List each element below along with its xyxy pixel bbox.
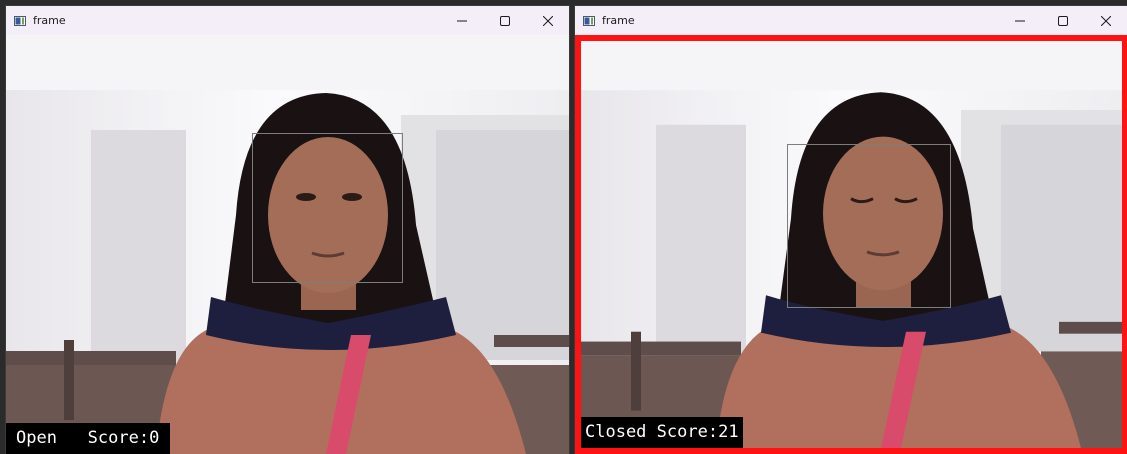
close-icon bbox=[1100, 15, 1111, 26]
minimize-button[interactable] bbox=[440, 6, 483, 35]
eye-status-label: Open Score:0 bbox=[6, 423, 171, 454]
title-bar[interactable]: frame bbox=[575, 6, 1127, 35]
minimize-icon bbox=[456, 20, 467, 21]
eye-status-label: Closed Score:21 bbox=[581, 417, 743, 448]
camera-feed-alert: Closed Score:21 bbox=[575, 35, 1127, 454]
frame-window-closed: frame Closed Score:21 bbox=[575, 6, 1127, 454]
title-bar[interactable]: frame bbox=[6, 6, 569, 35]
app-window-icon bbox=[14, 15, 26, 26]
close-icon bbox=[542, 15, 553, 26]
drowsiness-score: Score:0 bbox=[87, 428, 160, 448]
eye-state: Closed bbox=[585, 422, 647, 442]
maximize-button[interactable] bbox=[483, 6, 526, 35]
camera-feed: Open Score:0 bbox=[6, 35, 569, 454]
minimize-button[interactable] bbox=[998, 6, 1041, 35]
face-detection-box bbox=[252, 133, 403, 283]
maximize-icon bbox=[1057, 15, 1068, 26]
maximize-button[interactable] bbox=[1041, 6, 1084, 35]
close-button[interactable] bbox=[1084, 6, 1127, 35]
minimize-icon bbox=[1014, 20, 1025, 21]
eye-state: Open bbox=[16, 428, 57, 448]
frame-window-open: frame Open Score:0 bbox=[6, 6, 569, 454]
window-title: frame bbox=[602, 14, 635, 27]
maximize-icon bbox=[499, 15, 510, 26]
window-title: frame bbox=[33, 14, 66, 27]
app-window-icon bbox=[583, 15, 595, 26]
drowsiness-score: Score:21 bbox=[656, 422, 739, 442]
face-detection-box bbox=[787, 144, 951, 308]
close-button[interactable] bbox=[526, 6, 569, 35]
